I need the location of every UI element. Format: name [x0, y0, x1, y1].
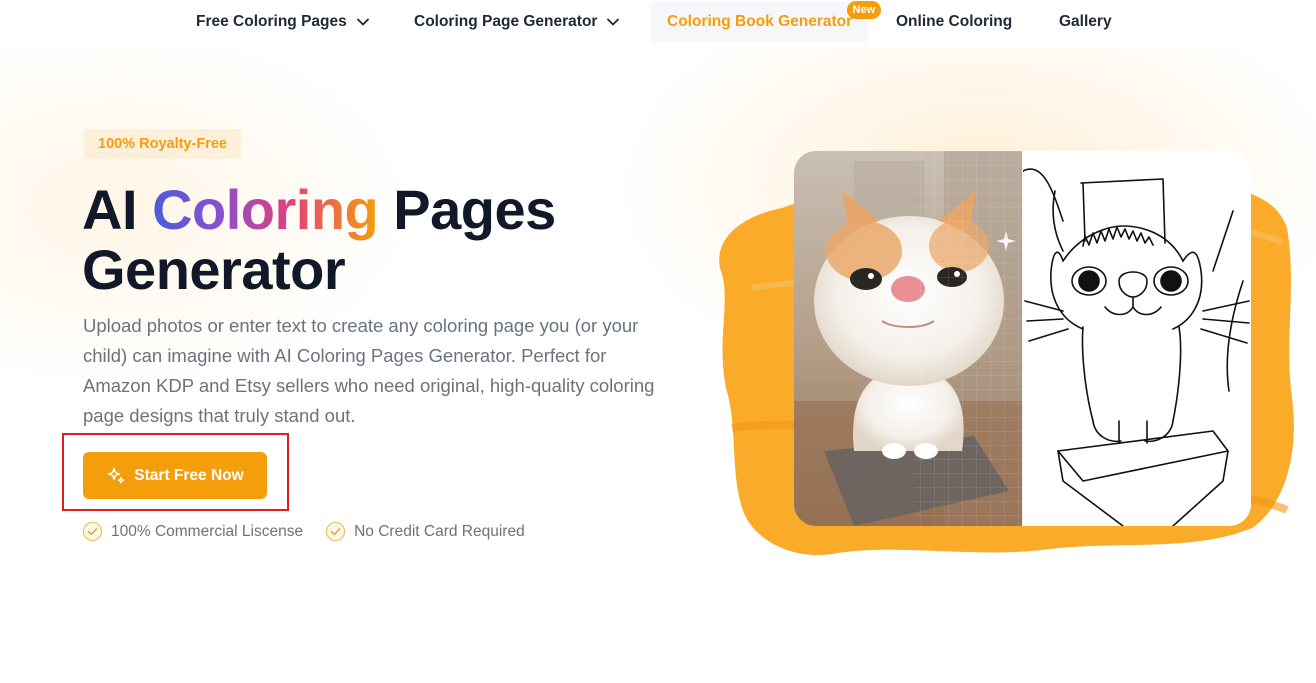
nav-item-free-coloring-pages[interactable]: Free Coloring Pages: [196, 2, 370, 42]
check-circle-icon: [82, 521, 103, 542]
royalty-free-badge: 100% Royalty-Free: [84, 129, 241, 159]
nav-item-label: Gallery: [1059, 13, 1112, 30]
perk-item: 100% Commercial Liscense: [82, 521, 303, 542]
title-part-1: AI: [82, 178, 153, 241]
page-title: AI Coloring Pages Generator: [82, 180, 702, 300]
cat-photo: [794, 151, 1023, 526]
new-badge: New: [846, 1, 882, 19]
nav-item-coloring-page-generator[interactable]: Coloring Page Generator: [414, 2, 620, 42]
sparkles-icon: [108, 467, 125, 483]
hero-description: Upload photos or enter text to create an…: [83, 315, 655, 426]
start-free-button[interactable]: Start Free Now: [83, 452, 267, 499]
check-circle-icon: [325, 521, 346, 542]
nav-item-gallery[interactable]: Gallery: [1059, 2, 1112, 42]
nav-item-coloring-book-generator[interactable]: Coloring Book Generator New: [651, 1, 882, 42]
nav-item-label: Free Coloring Pages: [196, 13, 347, 30]
top-navigation: Free Coloring Pages Coloring Page Genera…: [0, 0, 1316, 46]
nav-item-label: Coloring Book Generator: [667, 13, 853, 30]
perk-item: No Credit Card Required: [325, 521, 525, 542]
perk-label: No Credit Card Required: [354, 522, 525, 540]
perk-label: 100% Commercial Liscense: [111, 522, 304, 540]
title-line-2: Generator: [82, 238, 346, 301]
before-after-preview: [794, 151, 1251, 526]
nav-item-online-coloring[interactable]: Online Coloring: [896, 2, 1012, 42]
nav-item-label: Online Coloring: [896, 13, 1013, 30]
chevron-down-icon: [607, 18, 620, 26]
title-highlight: Coloring: [152, 178, 379, 241]
title-part-2: Pages: [378, 178, 556, 241]
chevron-down-icon: [356, 18, 369, 26]
perks-list: 100% Commercial Liscense No Credit Card …: [82, 521, 547, 542]
start-free-label: Start Free Now: [134, 466, 244, 484]
nav-item-label: Coloring Page Generator: [414, 13, 598, 30]
cat-line-art: [1023, 151, 1251, 526]
